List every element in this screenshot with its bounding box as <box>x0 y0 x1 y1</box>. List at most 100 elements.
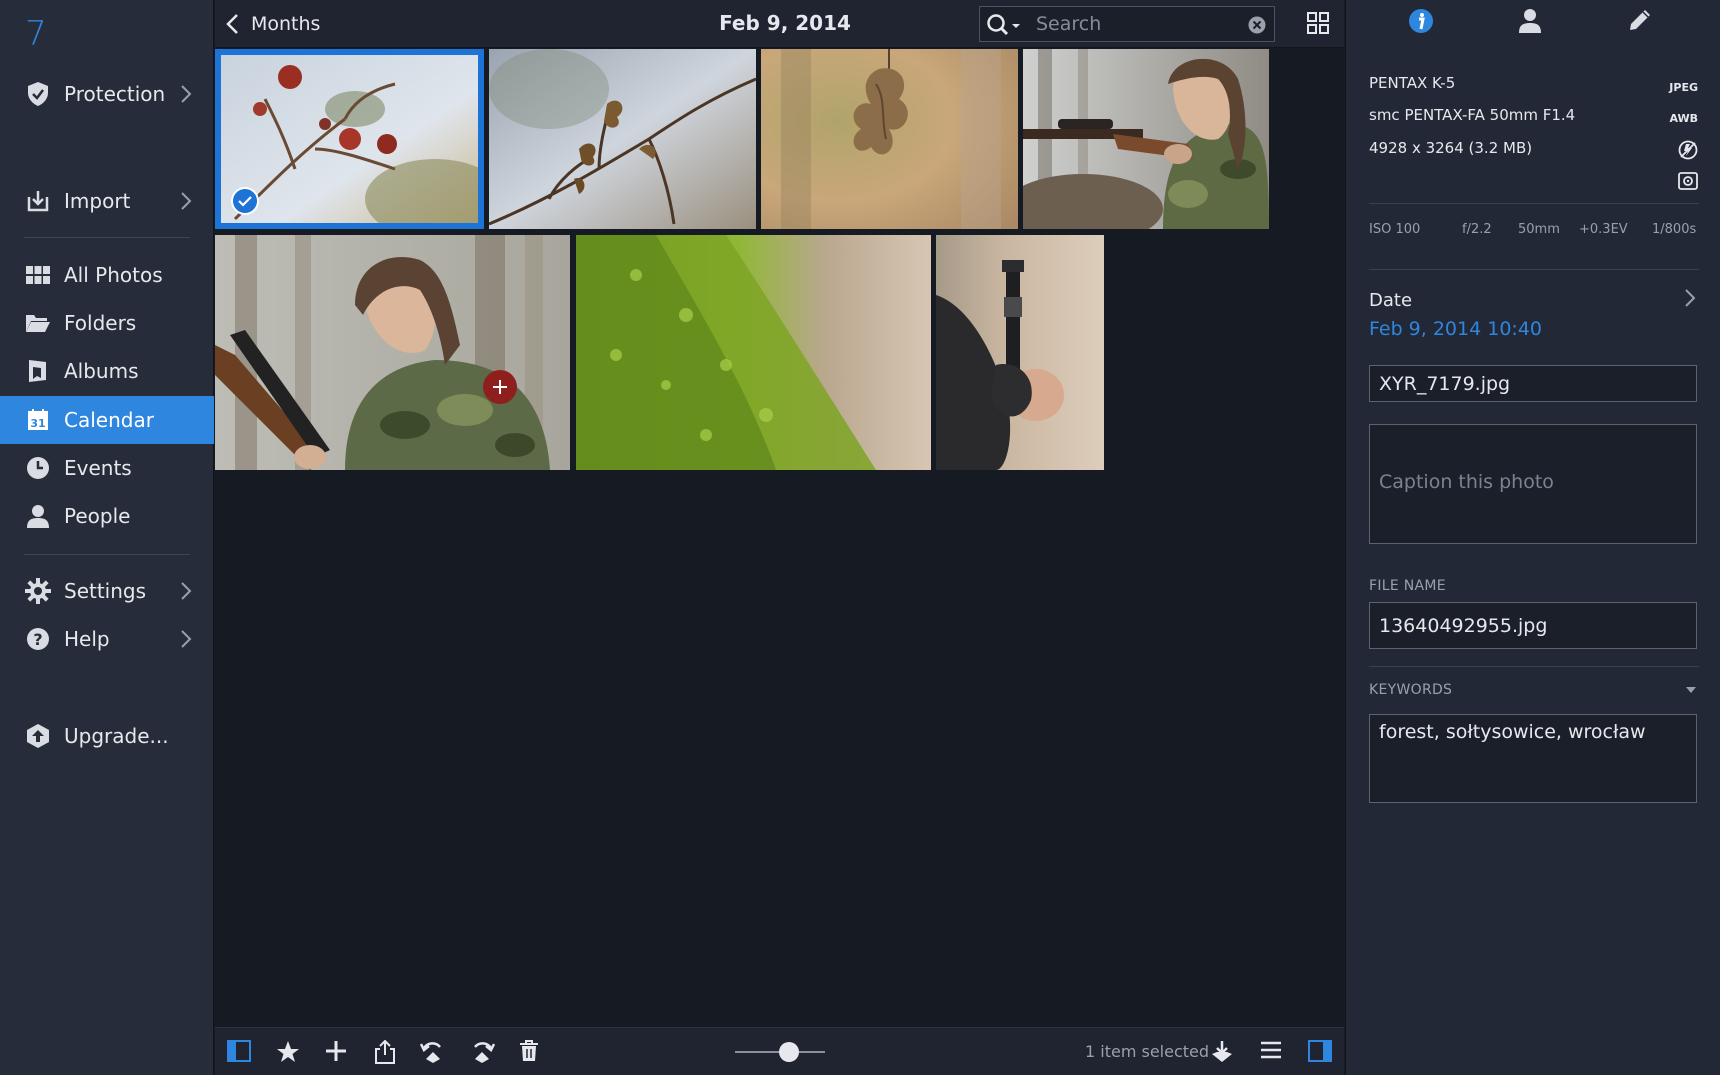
photo-dry-leaf <box>761 49 1018 229</box>
sidebar-item-all-photos[interactable]: All Photos <box>0 251 214 299</box>
calendar-badge: 31 <box>30 417 45 430</box>
person-icon <box>1519 9 1541 33</box>
import-selected-button[interactable] <box>1211 1040 1233 1068</box>
tab-edit[interactable] <box>1628 8 1652 36</box>
photo-person-holding-rifle <box>215 235 570 470</box>
file-name-field[interactable] <box>1369 602 1697 649</box>
camera-model: PENTAX K-5 <box>1369 74 1456 92</box>
chevron-right-icon <box>181 630 192 648</box>
sidebar-item-events[interactable]: Events <box>0 444 214 492</box>
keywords-field[interactable]: forest, sołtysowice, wrocław <box>1369 714 1697 803</box>
photo-thumbnail-person-aiming-rifle[interactable] <box>1023 49 1269 229</box>
photo-moss <box>576 235 931 470</box>
search-input[interactable] <box>1036 10 1236 38</box>
sidebar-item-label: Events <box>64 456 132 480</box>
grid-icon <box>24 261 52 289</box>
photo-thumbnail-rosehips[interactable] <box>215 49 484 229</box>
keywords-label: KEYWORDS <box>1369 682 1453 698</box>
sidebar-item-upgrade[interactable]: Upgrade... <box>0 712 214 760</box>
metering-icon <box>1678 172 1698 190</box>
sidebar-item-calendar[interactable]: 31 Calendar <box>0 396 214 444</box>
sidebar-item-folders[interactable]: Folders <box>0 299 214 347</box>
sidebar-item-label: All Photos <box>64 263 163 287</box>
sidebar-item-label: Upgrade... <box>64 724 169 748</box>
photo-thumbnail-dry-leaf[interactable] <box>761 49 1018 229</box>
format-badge: JPEG <box>1669 81 1698 94</box>
info-icon <box>1409 9 1433 33</box>
photo-thumbnail-dry-leaves-branch[interactable] <box>489 49 756 229</box>
divider <box>1369 666 1699 667</box>
share-icon <box>375 1039 395 1064</box>
image-dimensions: 4928 x 3264 (3.2 MB) <box>1369 139 1533 157</box>
sidebar-item-people[interactable]: People <box>0 492 214 540</box>
rotate-left-button[interactable] <box>419 1040 446 1068</box>
sidebar-divider <box>24 554 190 555</box>
caption-field[interactable] <box>1369 424 1697 544</box>
exif-exposure-compensation: +0.3EV <box>1579 222 1628 237</box>
sidebar-item-settings[interactable]: Settings <box>0 567 214 615</box>
gear-icon <box>24 577 52 605</box>
zoom-slider-knob[interactable] <box>779 1042 799 1062</box>
grid-view-button[interactable] <box>1307 12 1329 38</box>
delete-button[interactable] <box>519 1040 539 1066</box>
add-button[interactable] <box>325 1040 347 1066</box>
list-view-button[interactable] <box>1260 1040 1282 1064</box>
photo-rifle-barrel-glove <box>936 235 1104 470</box>
search-icon <box>987 14 1020 36</box>
sidebar-item-label: Protection <box>64 82 166 106</box>
info-panel: PENTAX K-5 smc PENTAX-FA 50mm F1.4 4928 … <box>1345 0 1720 1075</box>
share-button[interactable] <box>374 1039 396 1068</box>
sidebar-item-label: Import <box>64 189 131 213</box>
sidebar-item-label: Calendar <box>64 408 154 432</box>
flash-off-icon <box>1678 140 1698 160</box>
sidebar-item-label: Albums <box>64 359 139 383</box>
sidebar-item-label: Folders <box>64 311 137 335</box>
star-icon <box>277 1041 299 1062</box>
zoom-slider[interactable] <box>735 1042 825 1062</box>
sidebar-item-label: People <box>64 504 131 528</box>
import-icon <box>24 187 52 215</box>
album-icon <box>24 357 52 385</box>
rotate-right-button[interactable] <box>469 1040 496 1068</box>
selection-count: 1 item selected <box>1085 1042 1210 1061</box>
toggle-sidebar-button[interactable] <box>227 1040 251 1066</box>
sidebar-item-protection[interactable]: Protection <box>0 70 214 118</box>
photo-grid <box>215 49 1344 1026</box>
chevron-right-icon <box>1685 289 1696 307</box>
white-balance-badge: AWB <box>1669 112 1698 125</box>
sidebar-item-help[interactable]: ? Help <box>0 615 214 663</box>
photo-thumbnail-person-holding-rifle[interactable] <box>215 235 570 470</box>
bottom-toolbar: 1 item selected <box>215 1027 1344 1075</box>
search-scope-dropdown[interactable] <box>986 13 1026 41</box>
favorite-button[interactable] <box>276 1040 300 1068</box>
svg-text:?: ? <box>33 630 42 649</box>
pencil-icon <box>1630 10 1650 30</box>
clear-search-button[interactable] <box>1248 16 1266 38</box>
sidebar-item-import[interactable]: Import <box>0 177 214 225</box>
folder-icon <box>24 309 52 337</box>
calendar-icon: 31 <box>24 406 52 434</box>
page-title: Feb 9, 2014 <box>719 11 851 35</box>
divider <box>1369 203 1699 204</box>
chevron-right-icon <box>181 85 192 103</box>
tab-info[interactable] <box>1408 8 1434 38</box>
search-box <box>979 6 1275 42</box>
keywords-dropdown-icon[interactable] <box>1685 686 1697 694</box>
sidebar-item-albums[interactable]: Albums <box>0 347 214 395</box>
lens-model: smc PENTAX-FA 50mm F1.4 <box>1369 106 1576 124</box>
back-button[interactable]: Months <box>225 8 320 40</box>
app-logo: 7 <box>25 14 47 54</box>
exif-shutter-speed: 1/800s <box>1652 222 1697 237</box>
person-icon <box>24 502 52 530</box>
upgrade-icon <box>24 722 52 750</box>
grid-view-icon <box>1307 12 1329 34</box>
photo-thumbnail-rifle-barrel-glove[interactable] <box>936 235 1104 470</box>
sidebar-toggle-icon <box>227 1040 251 1062</box>
photo-thumbnail-moss[interactable] <box>576 235 931 470</box>
file-name-label: FILE NAME <box>1369 578 1446 594</box>
shield-icon <box>24 80 52 108</box>
title-field[interactable] <box>1369 365 1697 402</box>
chevron-right-icon <box>181 192 192 210</box>
tab-people[interactable] <box>1519 8 1541 38</box>
toggle-info-panel-button[interactable] <box>1308 1040 1332 1066</box>
